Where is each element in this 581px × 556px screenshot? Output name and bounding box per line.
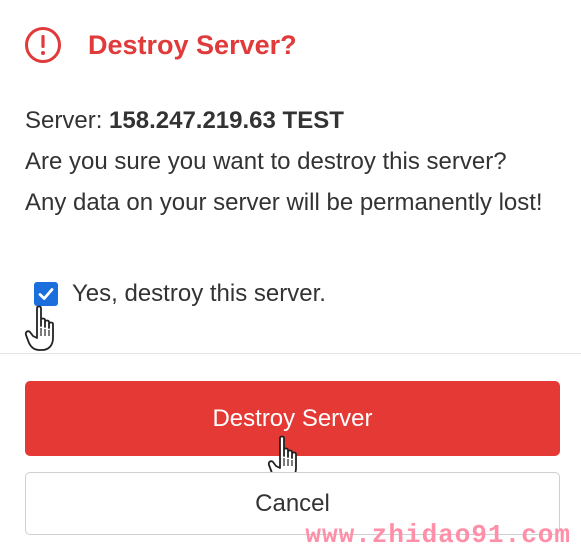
confirm-destroy-label[interactable]: Yes, destroy this server.	[72, 280, 326, 308]
checkmark-icon	[38, 288, 54, 300]
server-line: Server: 158.247.219.63 TEST	[25, 100, 545, 141]
server-value: 158.247.219.63 TEST	[109, 107, 344, 134]
destroy-server-dialog: Destroy Server? Server: 158.247.219.63 T…	[0, 0, 581, 556]
warning-message: Are you sure you want to destroy this se…	[25, 148, 543, 216]
server-label: Server:	[25, 107, 110, 134]
confirm-destroy-checkbox[interactable]	[34, 282, 58, 306]
dialog-header: Destroy Server?	[24, 26, 297, 64]
alert-circle-icon	[25, 27, 61, 63]
dialog-body: Server: 158.247.219.63 TEST Are you sure…	[25, 100, 545, 223]
hand-pointer-icon	[24, 305, 54, 351]
dialog-divider	[0, 353, 581, 354]
watermark: www.zhidao91.com	[305, 520, 571, 550]
dialog-title: Destroy Server?	[88, 29, 297, 60]
confirm-destroy-checkbox-row[interactable]: Yes, destroy this server.	[34, 280, 326, 308]
